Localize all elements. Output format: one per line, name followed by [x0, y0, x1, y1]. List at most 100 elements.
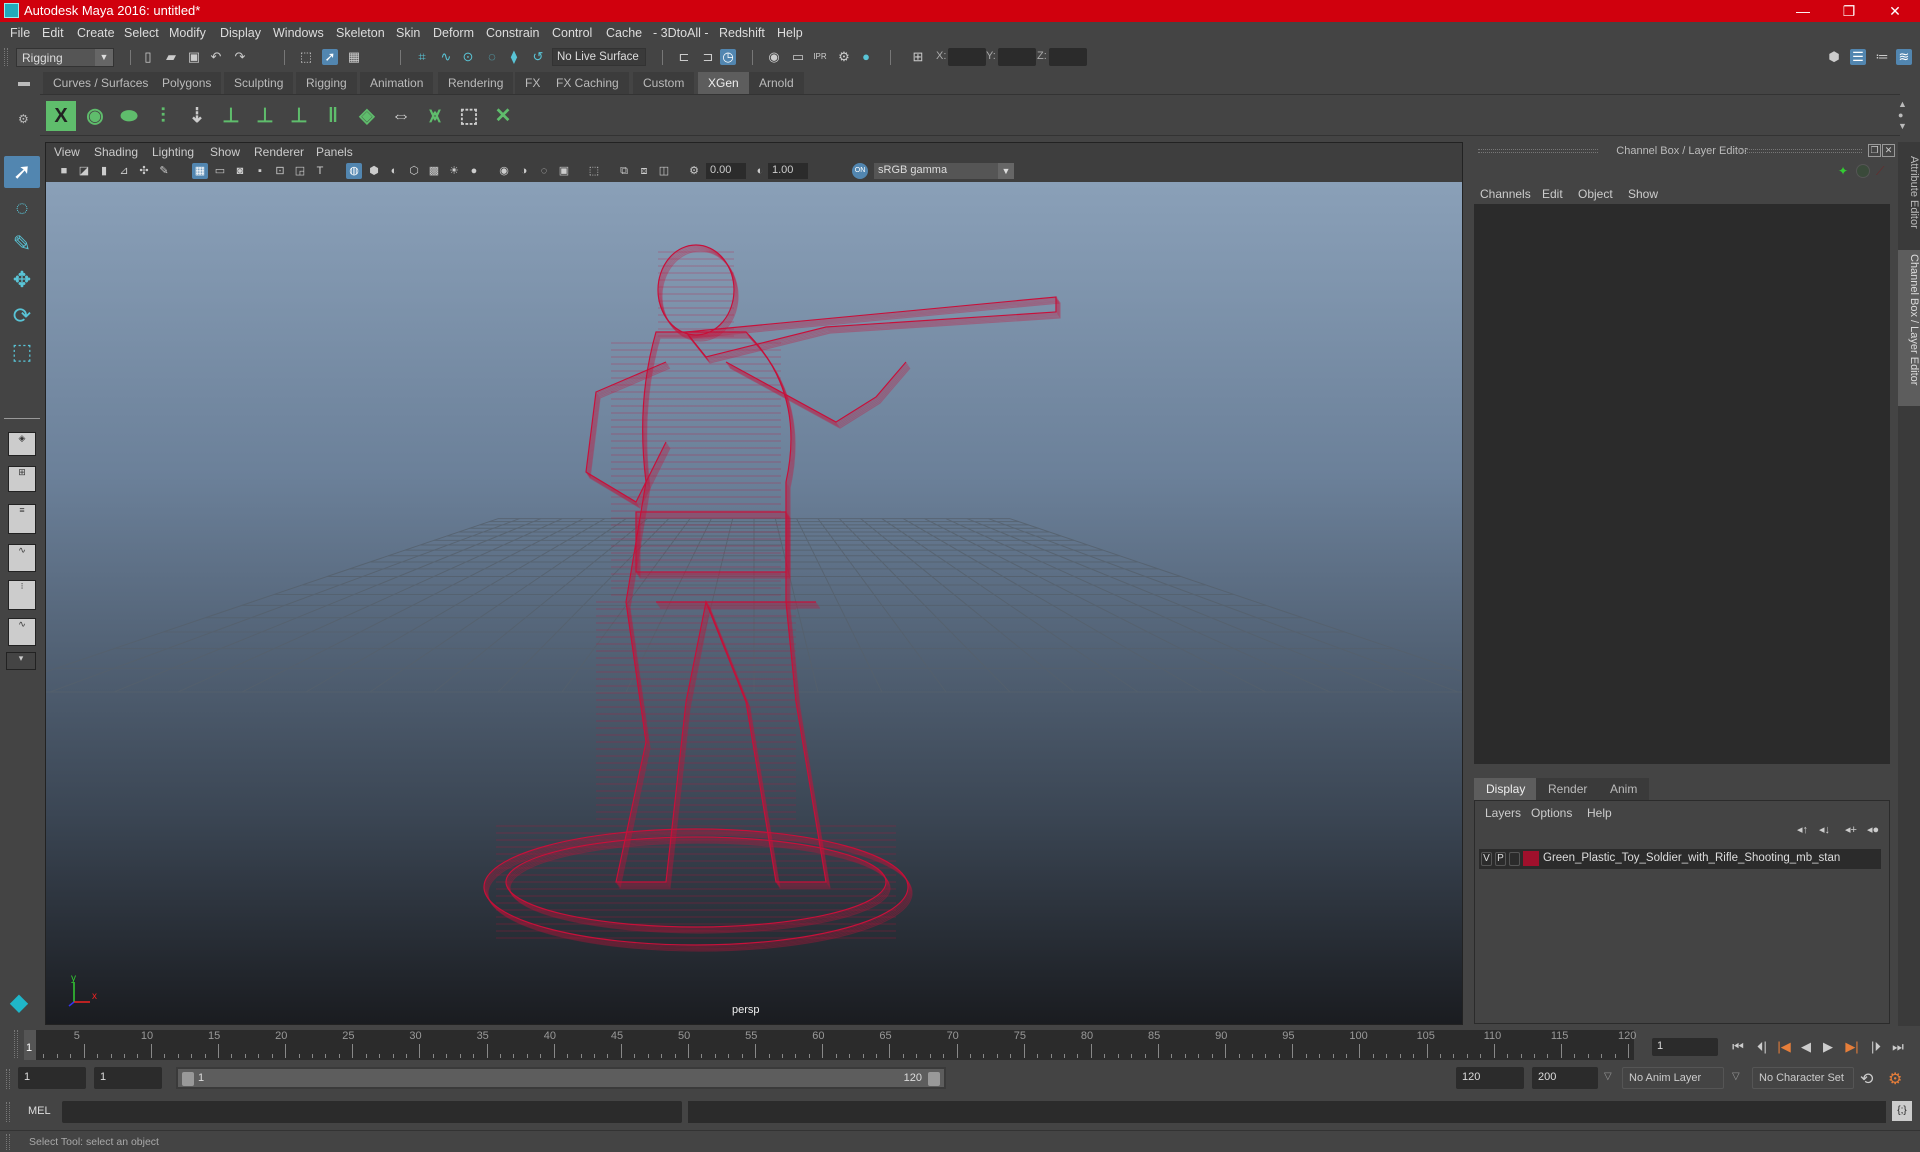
layer-tab-anim[interactable]: Anim: [1598, 778, 1650, 800]
shelf-settings-icon[interactable]: ⚙: [18, 112, 29, 126]
anim-layer-dropdown[interactable]: No Anim Layer: [1622, 1067, 1724, 1089]
gamma-icon[interactable]: ◐: [752, 163, 768, 179]
shelf-tab-animation[interactable]: Animation: [360, 72, 434, 94]
single-view-layout-icon[interactable]: ◈: [8, 432, 36, 456]
image-plane-icon[interactable]: ⊿: [116, 163, 132, 179]
x-coord-field[interactable]: [948, 48, 986, 66]
menu-display[interactable]: Display: [220, 26, 261, 40]
menu-cache[interactable]: Cache: [606, 26, 642, 40]
script-editor-icon[interactable]: {;}: [1892, 1101, 1912, 1121]
menu-help[interactable]: Help: [777, 26, 803, 40]
snap-point-icon[interactable]: ⊙: [460, 49, 476, 65]
float-panel-icon[interactable]: ❐: [1868, 144, 1881, 157]
shelf-menu-icon[interactable]: [18, 82, 30, 86]
layer-playback-toggle[interactable]: P: [1495, 852, 1506, 866]
exposure-field[interactable]: 0.00: [706, 163, 746, 179]
menu-edit[interactable]: Edit: [42, 26, 64, 40]
animation-preferences-icon[interactable]: ⚙: [1888, 1069, 1902, 1089]
persp-outliner-graph-layout-icon[interactable]: ∿: [8, 618, 36, 646]
xgen-density-icon[interactable]: ◈: [352, 101, 382, 131]
channels-menu-object[interactable]: Object: [1578, 187, 1613, 201]
modeling-toolkit-icon[interactable]: ⬢: [1826, 49, 1842, 65]
xgen-window-icon[interactable]: X: [46, 101, 76, 131]
move-layer-up-icon[interactable]: ◂↑: [1797, 823, 1808, 836]
grid-toggle-icon[interactable]: ▦: [192, 163, 208, 179]
shelf-tab-sculpting[interactable]: Sculpting: [224, 72, 294, 94]
smooth-shade-icon[interactable]: ⬢: [366, 163, 382, 179]
toggle-channel-box-icon[interactable]: ≋: [1896, 49, 1912, 65]
viewport-menu-renderer[interactable]: Renderer: [254, 145, 304, 159]
viewport-3d[interactable]: y x persp: [46, 182, 1462, 1024]
step-forward-button[interactable]: |⏵: [1866, 1038, 1886, 1056]
snap-live-icon[interactable]: ⧫: [506, 49, 522, 65]
scale-tool-icon[interactable]: ⬚: [4, 336, 40, 368]
channels-menu-edit[interactable]: Edit: [1542, 187, 1563, 201]
bookmark-icon[interactable]: ▮: [96, 163, 112, 179]
snap-projected-icon[interactable]: ↺: [530, 49, 546, 65]
shelf-tab-curves-surfaces[interactable]: Curves / Surfaces: [43, 72, 159, 94]
shelf-tab-fx-caching[interactable]: FX Caching: [546, 72, 629, 94]
2d-pan-zoom-icon[interactable]: ✣: [136, 163, 152, 179]
go-to-end-button[interactable]: ⏭: [1888, 1038, 1908, 1056]
play-backwards-button[interactable]: ◀: [1796, 1038, 1816, 1056]
viewport-menu-panels[interactable]: Panels: [316, 145, 353, 159]
shelf-tab-rendering[interactable]: Rendering: [438, 72, 514, 94]
step-forward-key-button[interactable]: ▶|: [1842, 1038, 1862, 1056]
minimize-button[interactable]: —: [1780, 0, 1826, 22]
current-frame-marker[interactable]: 1: [24, 1030, 36, 1060]
field-chart-icon[interactable]: ⊡: [272, 163, 288, 179]
color-space-dropdown[interactable]: sRGB gamma ▼: [874, 163, 1014, 179]
viewport-menu-view[interactable]: View: [54, 145, 80, 159]
isolate-select-icon[interactable]: ⬚: [586, 163, 602, 179]
range-slider[interactable]: 1 120: [176, 1067, 946, 1089]
film-gate-icon[interactable]: ▭: [212, 163, 228, 179]
script-language-toggle[interactable]: MEL: [28, 1105, 51, 1117]
save-scene-icon[interactable]: ▣: [186, 49, 202, 65]
xgen-add-guides-icon[interactable]: ⫶: [148, 101, 178, 131]
undo-icon[interactable]: ↶: [208, 49, 224, 65]
render-view-icon[interactable]: ◉: [766, 49, 782, 65]
layer-tab-render[interactable]: Render: [1536, 778, 1600, 800]
character-set-dropdown[interactable]: No Character Set: [1752, 1067, 1854, 1089]
live-surface-field[interactable]: No Live Surface: [552, 48, 646, 66]
channels-menu-show[interactable]: Show: [1628, 187, 1658, 201]
xgen-delete-icon[interactable]: ✕: [488, 101, 518, 131]
new-layer-icon[interactable]: ◂+: [1845, 823, 1857, 836]
xray-components-icon[interactable]: ◫: [656, 163, 672, 179]
safe-action-icon[interactable]: ◲: [292, 163, 308, 179]
redo-icon[interactable]: ↷: [232, 49, 248, 65]
menu-skeleton[interactable]: Skeleton: [336, 26, 385, 40]
anim-layer-filter-icon[interactable]: ▽: [1604, 1071, 1612, 1082]
shelf-tab-polygons[interactable]: Polygons: [152, 72, 222, 94]
xgen-add-guide-icon[interactable]: ⊥: [216, 101, 246, 131]
persp-graph-layout-icon[interactable]: ∿: [8, 544, 36, 572]
viewport-menu-show[interactable]: Show: [210, 145, 240, 159]
layers-menu-options[interactable]: Options: [1531, 806, 1572, 820]
move-tool-icon[interactable]: ✥: [4, 264, 40, 296]
gamma-field[interactable]: 1.00: [768, 163, 808, 179]
menu-windows[interactable]: Windows: [273, 26, 324, 40]
depth-of-field-icon[interactable]: ▣: [556, 163, 572, 179]
xgen-split-icon[interactable]: ǁ: [318, 101, 348, 131]
channels-menu-channels[interactable]: Channels: [1480, 187, 1531, 201]
range-end-handle[interactable]: [928, 1072, 940, 1086]
use-default-material-icon[interactable]: ◐: [386, 163, 402, 179]
xgen-region-icon[interactable]: ⬚: [454, 101, 484, 131]
layers-menu-help[interactable]: Help: [1587, 806, 1612, 820]
construction-history-icon[interactable]: ◷: [720, 49, 736, 65]
range-start-handle[interactable]: [182, 1072, 194, 1086]
xgen-show-guides-icon[interactable]: ⊥: [250, 101, 280, 131]
character-set-filter-icon[interactable]: ▽: [1732, 1071, 1740, 1082]
layer-row[interactable]: V P Green_Plastic_Toy_Soldier_with_Rifle…: [1479, 849, 1881, 869]
play-forwards-button[interactable]: ▶: [1818, 1038, 1838, 1056]
shelf-tab-rigging[interactable]: Rigging: [296, 72, 357, 94]
camera-attributes-icon[interactable]: ◪: [76, 163, 92, 179]
viewport-menu-shading[interactable]: Shading: [94, 145, 138, 159]
layer-tab-display[interactable]: Display: [1474, 778, 1538, 800]
menu-redshift[interactable]: Redshift: [719, 26, 765, 40]
four-view-layout-icon[interactable]: ⊞: [8, 466, 36, 492]
select-tool-icon[interactable]: ➚: [4, 156, 40, 188]
menu-skin[interactable]: Skin: [396, 26, 420, 40]
select-hierarchy-icon[interactable]: ⬚: [298, 49, 314, 65]
layers-menu-layers[interactable]: Layers: [1485, 806, 1521, 820]
